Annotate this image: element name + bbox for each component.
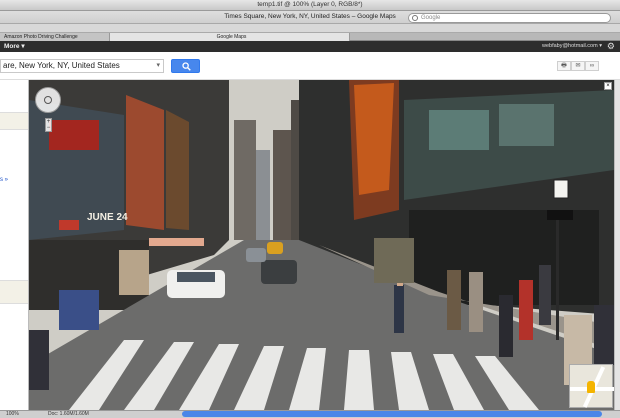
vertical-scrollbar[interactable]: [614, 80, 620, 410]
umbrella: [149, 238, 204, 246]
bookmarks-bar: SIA Blue FareBill Ross IIsegfaulted.netM…: [0, 24, 620, 33]
print-button[interactable]: 🖶: [557, 61, 571, 71]
store-entrance: [409, 210, 599, 305]
compass-icon: [44, 96, 52, 104]
car: [246, 248, 266, 262]
place-search-value: are, New York, NY, United States: [3, 61, 120, 70]
sign-pole: [556, 220, 559, 340]
doc-size: Doc: 1.60M/1.60M: [48, 411, 89, 417]
place-search-input[interactable]: are, New York, NY, United States ▾: [0, 59, 164, 73]
taxi: [267, 242, 283, 254]
left-panel: s »: [0, 80, 29, 410]
street-view-panorama[interactable]: JUNE 24 + − ×: [29, 80, 614, 410]
zoom-control[interactable]: + −: [45, 118, 52, 132]
search-icon: [412, 15, 418, 21]
account-menu[interactable]: webfaby@hotmail.com ▾: [542, 43, 602, 49]
zoom-level: 100%: [6, 411, 19, 417]
tower-window: [499, 104, 554, 146]
billboard-date: JUNE 24: [87, 212, 128, 223]
one-way-sign: [547, 210, 573, 220]
application-window: temp1.tif @ 100% (Layer 0, RGB/8*) Times…: [0, 0, 620, 418]
gear-icon[interactable]: ⚙: [607, 41, 615, 52]
pegman-icon[interactable]: [587, 381, 595, 393]
billboard-art: [354, 83, 394, 195]
chevron-down-icon[interactable]: ▾: [156, 60, 160, 72]
shop-sign: [59, 220, 79, 230]
tower-window: [429, 110, 489, 150]
result-item[interactable]: [0, 280, 28, 304]
distant-tower: [254, 150, 270, 240]
pan-control[interactable]: [35, 87, 61, 113]
more-link[interactable]: s »: [0, 177, 8, 183]
car: [261, 260, 297, 284]
distant-building: [234, 120, 256, 240]
distant-building: [273, 130, 291, 240]
search-icon: [182, 62, 191, 71]
window-title: temp1.tif @ 100% (Layer 0, RGB/8*): [257, 1, 363, 8]
browser-search-input[interactable]: Google: [408, 13, 611, 23]
billboard-car: [49, 120, 99, 150]
search-placeholder: Google: [421, 15, 441, 21]
more-menu[interactable]: More ▾: [4, 42, 25, 50]
link-button[interactable]: ∞: [585, 61, 599, 71]
vendor-cart: [374, 238, 414, 283]
close-icon[interactable]: ×: [604, 82, 612, 90]
title-bar: temp1.tif @ 100% (Layer 0, RGB/8*): [0, 0, 620, 11]
maps-search-button[interactable]: [171, 59, 200, 73]
google-bar: More ▾ webfaby@hotmail.com ▾ ⚙: [0, 41, 620, 52]
billboard-panel: [126, 95, 164, 230]
result-item[interactable]: [0, 112, 28, 130]
street-scene: JUNE 24: [29, 80, 614, 410]
tab-photo-challenge[interactable]: Amazon Photo Driving Challenge: [0, 33, 110, 41]
car-window: [177, 272, 215, 282]
street-view-minimap[interactable]: [569, 364, 614, 408]
no-turn-sign: [553, 179, 569, 199]
send-button[interactable]: ✉: [571, 61, 585, 71]
tab-strip: Amazon Photo Driving Challenge Google Ma…: [0, 33, 620, 41]
maps-header: are, New York, NY, United States ▾ 🖶 ✉ ∞: [0, 52, 620, 80]
billboard-panel: [166, 110, 189, 230]
tab-google-maps[interactable]: Google Maps: [110, 33, 350, 41]
horizontal-scrollbar[interactable]: [182, 411, 602, 417]
